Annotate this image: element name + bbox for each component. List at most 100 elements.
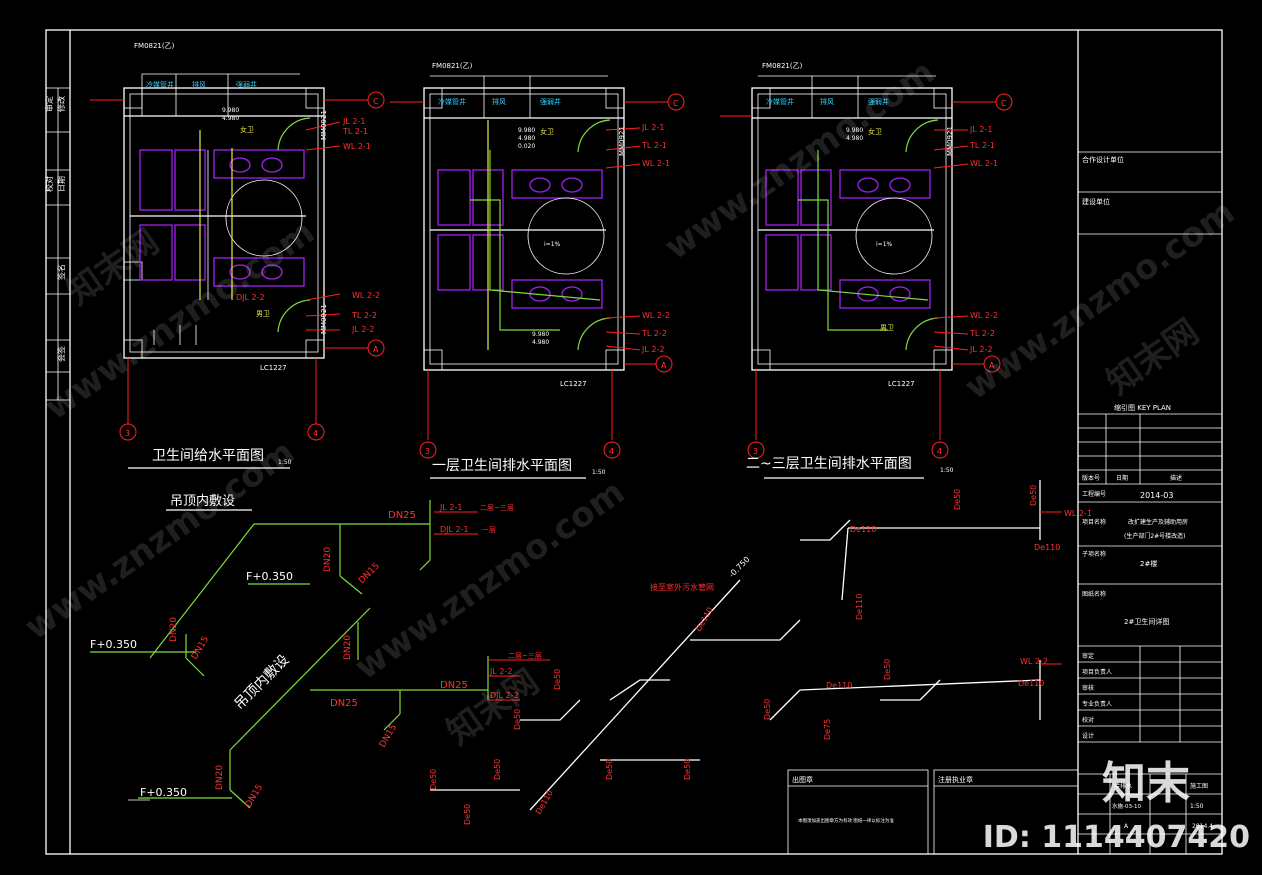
tb-sheet-label: 图纸名称 [1082,590,1106,598]
watermark-id: ID: 1114407420 [982,820,1250,855]
plan1-axis-4: 4 [313,429,318,438]
iso-de50-k: De50 [883,659,892,680]
iso-de110-c: De110 [850,525,876,534]
plan2-door-top: FM0821(乙) [432,62,473,70]
iso-de50-c: De50 [463,804,472,825]
plan2-door-side: MM0921 [618,126,626,156]
plan1-tag-wl22: WL 2-2 [352,291,380,300]
iso-f0350-c: F+0.350 [140,786,187,799]
plan1-room-a: 冷媒管井 [146,80,174,89]
plan2-female: 女卫 [540,127,554,136]
plan2-slope: i=1% [544,241,561,248]
plan1-tag-jl22: JL 2-2 [351,325,374,334]
iso-el0750: -0.750 [727,555,752,580]
iso-dn20-d: DN20 [215,765,225,790]
iso-de50-a: De50 [553,669,562,690]
iso-dn25-a: DN25 [388,510,416,521]
plan2-axis-c: C [673,99,679,108]
plan3-door-side: MM0921 [946,126,954,156]
tb-rev-col1: 版本号 [1082,474,1100,482]
plan3-scale: 1:50 [940,467,954,474]
plan2-elev2: 4.980 [518,135,535,142]
stamp-reg-head: 注册执业章 [938,775,973,784]
plan1-window: LC1227 [260,364,287,372]
plan1-door-side-2: MM0921 [320,304,328,334]
tb-project-name-label: 项目名称 [1082,518,1106,526]
plan3-tag-wl22: WL 2-2 [970,311,998,320]
plan2-room-c: 强弱井 [540,97,561,106]
plan2-elev-b1: 9.980 [532,331,549,338]
plan-drain-floor1 [390,75,685,459]
plan2-title: 一层卫生间排水平面图 [432,458,572,474]
plan3-axis-c: C [1001,99,1007,108]
iso-tag-floor1: 一层 [482,526,496,534]
cad-drawing-canvas: 修改 日期 签名 会签 审定 校对 FM0821(乙) 冷媒管井 排风 强弱井 … [44,29,1223,855]
tb-project-no: 2014-03 [1140,491,1173,500]
iso-tag-djl21: DJL 2-1 [440,525,469,534]
plan1-tag-wl21: WL 2-1 [343,142,371,151]
iso-de110-e: De110 [855,594,864,620]
tb-rev-col3: 描述 [1170,474,1182,482]
plan2-axis-3: 3 [425,447,430,456]
plan2-room-a: 冷媒管井 [438,97,466,106]
iso-de50-g: De50 [683,759,692,780]
iso-tag-jl21: JL 2-1 [439,503,462,512]
strip-label-approve: 审定 [44,96,54,112]
tb-rev-col2: 日期 [1116,474,1128,482]
stamp-note-text: 本图须加盖出图章方为有效 图纸一律以标注为准 [798,817,894,824]
plan3-tag-jl21: JL 2-1 [969,125,992,134]
iso-tag-wl22: WL 2-2 [1020,657,1048,666]
tb-review: 审核 [1082,684,1094,692]
plan2-elev3: 0.020 [518,143,535,150]
plan1-elev1: 9.980 [222,107,239,114]
iso-dn25-c: DN25 [330,698,358,709]
iso-dn15-c: DN15 [378,723,399,750]
iso-de50-j: De50 [763,699,772,720]
plan3-room-b: 排风 [820,97,834,106]
tb-sheet-name: 2#卫生间详图 [1124,617,1169,626]
plan2-tag-wl22: WL 2-2 [642,311,670,320]
plan1-axis-3: 3 [125,429,130,438]
strip-label-modify: 修改 [56,96,66,112]
tb-stage: 施工图 [1190,782,1208,790]
plan1-door-top: FM0821(乙) [134,42,175,50]
tb-proj-lead: 项目负责人 [1082,668,1112,676]
iso-de110-d: De110 [1034,543,1060,552]
plan3-tag-tl21: TL 2-1 [969,141,995,150]
plan3-tag-tl22: TL 2-2 [969,329,995,338]
plan3-slope: i=1% [876,241,893,248]
plan3-room-a: 冷媒管井 [766,97,794,106]
iso-dn20-a: DN20 [323,547,333,572]
plan2-elev-b2: 4.980 [532,339,549,346]
plan3-window: LC1227 [888,380,915,388]
iso-dn25-b: DN25 [440,680,468,691]
plan1-elev2: 4.980 [222,115,239,122]
left-strip-labels: 修改 日期 签名 会签 审定 校对 [44,96,66,362]
iso-de50-d: De50 [429,769,438,790]
tb-project-no-label: 工程编号 [1082,490,1106,498]
iso-de50-f: De50 [605,759,614,780]
tb-key-plan: 缩引图 KEY PLAN [1114,403,1171,412]
plan1-tag-jl21: JL 2-1 [342,117,365,126]
drawing-frame [45,29,1223,855]
iso-de50-e: De50 [493,759,502,780]
plan1-tag-tl21: TL 2-1 [342,127,368,136]
tb-client: 建设单位 [1082,197,1110,206]
tb-check: 校对 [1082,716,1094,724]
plan2-window: LC1227 [560,380,587,388]
plan1-male: 男卫 [256,310,270,318]
iso-tag-floor23-a: 二层~三层 [480,504,514,512]
plan1-tag-tl22: TL 2-2 [351,311,377,320]
iso-de110-f: De110 [1018,679,1044,688]
plan3-axis-4: 4 [937,447,942,456]
watermark-logo: 知末 [1102,758,1190,809]
plan1-room-c: 强弱井 [236,80,257,89]
iso-dn15-a: DN15 [357,561,382,586]
tb-sub-label: 子项名称 [1082,550,1106,558]
plan2-axis-4: 4 [609,447,614,456]
plan3-door-top: FM0821(乙) [762,62,803,70]
iso-outdoor-note: 接至室外污水管网 [650,582,714,592]
stamp-note-head: 出图章 [792,775,813,784]
iso-de50-h: De50 [953,489,962,510]
plan3-tag-wl21: WL 2-1 [970,159,998,168]
